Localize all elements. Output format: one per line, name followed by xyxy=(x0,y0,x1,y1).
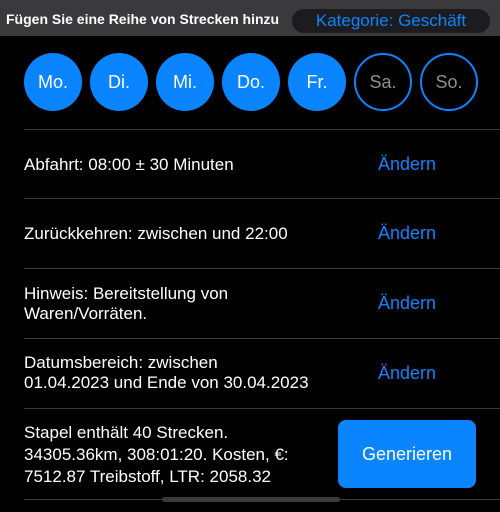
note-text: Hinweis: Bereitstellung von Waren/Vorrät… xyxy=(24,284,228,324)
day-wednesday[interactable]: Mi. xyxy=(156,53,214,111)
date-range-line-2: 01.04.2023 und Ende von 30.04.2023 xyxy=(24,373,309,392)
note-line-2: Waren/Vorräten. xyxy=(24,304,148,323)
departure-text: Abfahrt: 08:00 ± 30 Minuten xyxy=(24,155,234,174)
summary-text: Stapel enthält 40 Strecken. 34305.36km, … xyxy=(24,422,289,488)
return-change-button[interactable]: Ändern xyxy=(374,223,440,244)
day-friday[interactable]: Fr. xyxy=(288,53,346,111)
departure-row: Abfahrt: 08:00 ± 30 Minuten Ändern xyxy=(24,129,500,199)
note-line-1: Hinweis: Bereitstellung von xyxy=(24,284,229,303)
summary-line-1: Stapel enthält 40 Strecken. xyxy=(24,423,229,442)
page-title: Fügen Sie eine Reihe von Strecken hinzu xyxy=(6,11,280,27)
day-tuesday[interactable]: Di. xyxy=(90,53,148,111)
date-range-change-button[interactable]: Ändern xyxy=(374,363,440,384)
summary-line-2: 34305.36km, 308:01:20. Kosten, €: xyxy=(24,445,289,464)
date-range-line-1: Datumsbereich: zwischen xyxy=(24,353,218,372)
day-sunday[interactable]: So. xyxy=(420,53,478,111)
weekday-selector: Mo. Di. Mi. Do. Fr. Sa. So. xyxy=(24,53,478,113)
day-monday[interactable]: Mo. xyxy=(24,53,82,111)
date-range-text: Datumsbereich: zwischen 01.04.2023 und E… xyxy=(24,353,309,393)
return-text: Zurückkehren: zwischen und 22:00 xyxy=(24,224,288,243)
return-row: Zurückkehren: zwischen und 22:00 Ändern xyxy=(24,199,500,269)
note-change-button[interactable]: Ändern xyxy=(374,293,440,314)
departure-change-button[interactable]: Ändern xyxy=(374,154,440,175)
summary-line-3: 7512.87 Treibstoff, LTR: 2058.32 xyxy=(24,467,271,486)
day-saturday[interactable]: Sa. xyxy=(354,53,412,111)
header-bar: Fügen Sie eine Reihe von Strecken hinzu … xyxy=(0,0,500,36)
note-row: Hinweis: Bereitstellung von Waren/Vorrät… xyxy=(24,269,500,339)
day-thursday[interactable]: Do. xyxy=(222,53,280,111)
category-selector[interactable]: Kategorie: Geschäft xyxy=(292,9,490,33)
home-indicator[interactable] xyxy=(162,497,340,502)
date-range-row: Datumsbereich: zwischen 01.04.2023 und E… xyxy=(24,339,500,409)
generate-button[interactable]: Generieren xyxy=(338,420,476,488)
